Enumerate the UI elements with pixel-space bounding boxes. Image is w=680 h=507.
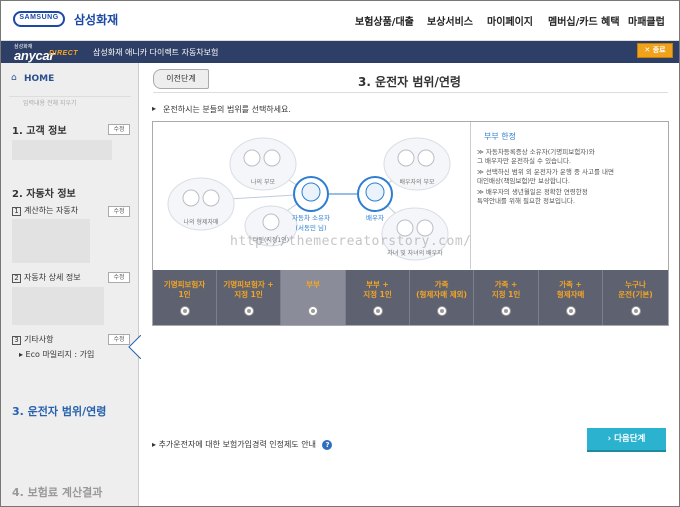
option-label: 누구나 운전(기본) <box>618 280 653 299</box>
service-bar: 삼성화재 anycar DIRECT 삼성화재 애니카 다이렉트 자동차보험 ✕… <box>1 41 679 63</box>
info-line: 특약안내를 위해 필요한 정보입니다. <box>477 197 575 205</box>
option-label: 부부 <box>306 280 320 289</box>
edit-car-button[interactable]: 수정 <box>108 206 130 217</box>
option-label: 가족 + 지정 1인 <box>491 280 521 299</box>
option-radio[interactable] <box>630 306 641 316</box>
spouse-node <box>357 176 393 212</box>
direct-logo: DIRECT <box>49 50 79 57</box>
option-radio[interactable] <box>372 306 383 316</box>
sub-calculating-car: 1 계산하는 자동차 <box>12 205 78 216</box>
option-label: 가족 + 형제자매 <box>556 280 585 299</box>
nav-mypage[interactable]: 마이페이지 <box>487 13 533 28</box>
number-1-icon: 1 <box>12 207 21 216</box>
title-divider <box>153 92 668 93</box>
section-driver-range-active[interactable]: 3. 운전자 범위/연령 <box>12 403 106 419</box>
sub-car-detail: 2 자동차 상세 정보 <box>12 272 81 283</box>
next-step-button[interactable]: › 다음단계 <box>587 428 666 450</box>
option-couple-plus-one[interactable]: 부부 + 지정 1인 <box>346 270 410 325</box>
option-anyone[interactable]: 누구나 운전(기본) <box>603 270 668 325</box>
option-label: 부부 + 지정 1인 <box>363 280 392 299</box>
home-link[interactable]: ⌂ HOME <box>1 69 139 89</box>
option-radio[interactable] <box>436 306 447 316</box>
reset-all-link[interactable]: 입력내용 전체 지우기 <box>9 96 131 107</box>
sub-calculating-car-label: 계산하는 자동차 <box>24 206 79 215</box>
section-customer-info[interactable]: 1. 고객 정보 <box>12 122 67 137</box>
driver-range-options: 기명피보험자 1인 기명피보험자 + 지정 1인 부부 부부 + 지정 1인 가족 (형… <box>153 270 668 325</box>
additional-driver-notice[interactable]: ▸ 추가운전자에 대한 보험가입경력 인정제도 안내 ? <box>152 439 333 450</box>
top-navigation: SAMSUNG 삼성화재 보험상품/대출 보상서비스 마이페이지 멤버십/카드 … <box>1 1 679 41</box>
sub-etc: 3 기타사항 <box>12 334 53 345</box>
label-parents-self: 나의 부모 <box>251 178 275 186</box>
edit-etc-button[interactable]: 수정 <box>108 334 130 345</box>
option-couple[interactable]: 부부 <box>281 270 346 325</box>
active-step-pointer <box>128 335 141 359</box>
option-family[interactable]: 가족 (형제자매 제외) <box>410 270 474 325</box>
option-radio[interactable] <box>308 306 318 316</box>
option-label: 기명피보험자 + 지정 1인 <box>223 280 274 299</box>
nav-insurance-loans[interactable]: 보험상품/대출 <box>355 13 414 28</box>
number-2-icon: 2 <box>12 274 21 283</box>
home-label: HOME <box>24 74 55 84</box>
option-insured-only[interactable]: 기명피보험자 1인 <box>153 270 217 325</box>
option-label: 가족 (형제자매 제외) <box>416 280 467 299</box>
owner-node <box>293 176 329 212</box>
sub-etc-label: 기타사항 <box>24 335 54 344</box>
info-box: 부부 한정 ≫ 자동차등록증상 소유자(기명피보험자)와 그 배우자만 운전하실… <box>470 122 668 269</box>
option-radio[interactable] <box>179 306 190 316</box>
option-insured-plus-one[interactable]: 기명피보험자 + 지정 1인 <box>217 270 281 325</box>
section-car-info[interactable]: 2. 자동차 정보 <box>12 185 76 200</box>
info-title: 부부 한정 <box>484 132 516 141</box>
option-radio[interactable] <box>565 306 576 316</box>
prev-step-button[interactable]: 이전단계 <box>153 69 209 89</box>
page-title: 3. 운전자 범위/연령 <box>358 75 461 89</box>
label-spouse: 배우자 <box>366 213 384 222</box>
nav-claims[interactable]: 보상서비스 <box>427 13 473 28</box>
blurred-car-info <box>12 219 90 263</box>
sidebar: ⌂ HOME 입력내용 전체 지우기 1. 고객 정보 수정 2. 자동차 정보… <box>1 63 139 506</box>
info-line: ≫ 배우자의 생년월일은 정확한 연령한정 <box>477 188 588 196</box>
label-owner-name: (서동민 님) <box>295 223 326 232</box>
service-title: 삼성화재 애니카 다이렉트 자동차보험 <box>93 48 219 57</box>
bullet-arrow-icon: ▸ <box>152 104 157 113</box>
section-premium-result: 4. 보험료 계산결과 <box>12 486 103 499</box>
option-radio[interactable] <box>243 306 254 316</box>
label-siblings: 나의 형제자매 <box>183 218 218 226</box>
logo-text: SAMSUNG <box>19 14 59 21</box>
blurred-car-detail <box>12 287 104 325</box>
sub-car-detail-label: 자동차 상세 정보 <box>24 273 81 282</box>
option-family-plus-siblings[interactable]: 가족 + 형제자매 <box>539 270 603 325</box>
notice-text: 추가운전자에 대한 보험가입경력 인정제도 안내 <box>158 440 316 449</box>
info-line: ≫ 자동차등록증상 소유자(기명피보험자)와 <box>477 148 595 156</box>
samsung-fire-logo-text[interactable]: 삼성화재 <box>74 11 118 28</box>
label-parents-spouse: 배우자의 부모 <box>399 178 435 186</box>
edit-customer-button[interactable]: 수정 <box>108 124 130 135</box>
nav-mape-club[interactable]: 마패클럽 <box>628 13 665 28</box>
close-button[interactable]: ✕ 종료 <box>637 43 673 58</box>
instruction-text: 운전하시는 분들의 범위를 선택하세요. <box>163 105 291 114</box>
help-icon[interactable]: ? <box>322 440 333 450</box>
label-owner: 자동차 소유자 <box>292 213 330 222</box>
arrow-box-icon: ▸ <box>152 440 157 449</box>
number-3-icon: 3 <box>12 336 21 345</box>
info-line: 그 배우자만 운전하실 수 있습니다. <box>477 157 572 165</box>
reset-label: 입력내용 전체 지우기 <box>23 100 77 107</box>
eco-mileage: ▸ Eco 마일리지 : 가입 <box>19 350 95 359</box>
samsung-logo[interactable]: SAMSUNG <box>13 11 65 27</box>
option-family-plus-one[interactable]: 가족 + 지정 1인 <box>474 270 539 325</box>
edit-car-detail-button[interactable]: 수정 <box>108 272 130 283</box>
option-radio[interactable] <box>501 306 511 316</box>
label-children: 자녀 및 자녀의 배우자 <box>387 249 443 257</box>
info-line: 대인배상(책임보험)만 보상합니다. <box>477 177 570 185</box>
blurred-customer-info <box>12 140 112 160</box>
home-icon: ⌂ <box>11 73 17 83</box>
watermark: http://themecreatorstory.com/ <box>230 234 472 249</box>
nav-membership-card[interactable]: 멤버십/카드 혜택 <box>548 13 620 28</box>
option-label: 기명피보험자 1인 <box>163 280 206 299</box>
info-line: ≫ 선택하신 범위 외 운전자가 운행 중 사고를 내면 <box>477 168 614 176</box>
